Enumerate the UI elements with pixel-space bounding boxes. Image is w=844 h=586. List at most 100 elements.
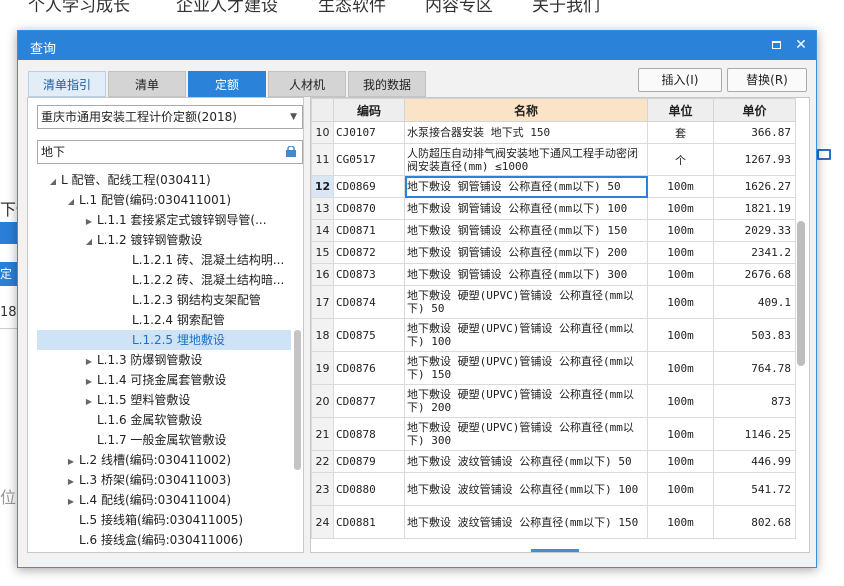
tree-node[interactable]: L.1.7 一般金属软管敷设 [37,430,291,450]
row-number[interactable]: 15 [311,241,334,264]
cell-price[interactable]: 503.83 [713,318,796,352]
tree-node[interactable]: L.1.2.1 砖、混凝土结构明... [37,250,291,270]
row-number[interactable]: 19 [311,351,334,385]
collapsed-triangle-icon[interactable]: ▶ [83,392,95,412]
cell-price[interactable]: 764.78 [713,351,796,385]
collapsed-triangle-icon[interactable]: ▶ [83,372,95,392]
cell-code[interactable]: CD0877 [333,384,405,418]
cell-code[interactable]: CD0870 [333,197,405,220]
maximize-button[interactable] [767,36,785,54]
tab-list[interactable]: 清单 [108,71,186,97]
row-number[interactable]: 12 [311,175,334,198]
row-number[interactable]: 11 [311,143,334,176]
bg-nav-item[interactable]: 关于我们 [532,0,600,14]
quota-library-select[interactable]: 重庆市通用安装工程计价定额(2018) ▼ [37,105,303,129]
cell-name[interactable]: 地下敷设 钢管铺设 公称直径(mm以下) 100 [404,197,648,220]
table-row[interactable]: 17 CD0874 地下敷设 硬塑(UPVC)管铺设 公称直径(mm以下) 50 10… [311,285,796,319]
tree-node[interactable]: ▶ L.3 桥架(编码:030411003) [37,470,291,490]
cell-name[interactable]: 地下敷设 波纹管铺设 公称直径(mm以下) 150 [404,505,648,539]
cell-code[interactable]: CD0869 [333,175,405,198]
row-number[interactable]: 13 [311,197,334,220]
cell-code[interactable]: CD0872 [333,241,405,264]
cell-price[interactable]: 1821.19 [713,197,796,220]
row-number[interactable]: 17 [311,285,334,319]
row-number[interactable]: 18 [311,318,334,352]
bg-nav-item[interactable]: 企业人才建设 [176,0,278,14]
tree-scrollbar-thumb[interactable] [294,330,301,470]
collapsed-triangle-icon[interactable]: ▶ [65,472,77,492]
tree-node[interactable]: ▶ L.1.3 防爆钢管敷设 [37,350,291,370]
expanded-triangle-icon[interactable]: ◢ [47,172,59,192]
table-row[interactable]: 18 CD0875 地下敷设 硬塑(UPVC)管铺设 公称直径(mm以下) 100 1… [311,318,796,352]
cell-name[interactable]: 地下敷设 波纹管铺设 公称直径(mm以下) 100 [404,472,648,506]
row-number[interactable]: 20 [311,384,334,418]
tree-node[interactable]: ▶ L.4 配线(编码:030411004) [37,490,291,510]
replace-button[interactable]: 替换(R) [727,68,807,92]
collapsed-triangle-icon[interactable]: ▶ [83,352,95,372]
collapsed-triangle-icon[interactable]: ▶ [83,212,95,232]
col-header-code[interactable]: 编码 [333,98,405,122]
cell-unit[interactable]: 100m [647,219,714,242]
tree-node[interactable]: L.5 接线箱(编码:030411005) [37,510,291,530]
cell-name[interactable]: 水泵接合器安装 地下式 150 [404,121,648,144]
cell-code[interactable]: CD0873 [333,263,405,286]
tab-my-data[interactable]: 我的数据 [348,71,426,97]
grid-splitter-handle[interactable] [531,549,579,552]
search-input[interactable]: 地下 [37,140,303,164]
cell-code[interactable]: CD0875 [333,318,405,352]
cell-code[interactable]: CD0874 [333,285,405,319]
cell-name[interactable]: 地下敷设 波纹管铺设 公称直径(mm以下) 50 [404,450,648,473]
cell-price[interactable]: 1626.27 [713,175,796,198]
row-number[interactable]: 23 [311,472,334,506]
tree-node[interactable]: L.1.2.3 钢结构支架配管 [37,290,291,310]
row-number[interactable]: 16 [311,263,334,286]
cell-unit[interactable]: 100m [647,450,714,473]
tree-node[interactable]: ◢ L.1 配管(编码:030411001) [37,190,291,210]
table-row[interactable]: 24 CD0881 地下敷设 波纹管铺设 公称直径(mm以下) 150 100m 802… [311,505,796,539]
table-row[interactable]: 14 CD0871 地下敷设 钢管铺设 公称直径(mm以下) 150 100m 2029… [311,219,796,242]
cell-unit[interactable]: 100m [647,384,714,418]
cell-unit[interactable]: 100m [647,263,714,286]
tree-node[interactable]: ▶ L.1.4 可挠金属套管敷设 [37,370,291,390]
tree-node[interactable]: ◢ L 配管、配线工程(030411) [37,170,291,190]
cell-unit[interactable]: 100m [647,285,714,319]
cell-name[interactable]: 地下敷设 硬塑(UPVC)管铺设 公称直径(mm以下) 50 [404,285,648,319]
cell-unit[interactable]: 100m [647,351,714,385]
cell-name[interactable]: 地下敷设 钢管铺设 公称直径(mm以下) 150 [404,219,648,242]
table-row[interactable]: 12 CD0869 地下敷设 钢管铺设 公称直径(mm以下) 50 100m 1626.… [311,175,796,198]
collapsed-triangle-icon[interactable]: ▶ [65,492,77,512]
cell-price[interactable]: 2029.33 [713,219,796,242]
bg-nav-item[interactable]: 内容专区 [425,0,493,14]
tab-list-guide[interactable]: 清单指引 [28,71,106,97]
tree-node[interactable]: ▶ L.2 线槽(编码:030411002) [37,450,291,470]
table-row[interactable]: 13 CD0870 地下敷设 钢管铺设 公称直径(mm以下) 100 100m 1821… [311,197,796,220]
table-row[interactable]: 23 CD0880 地下敷设 波纹管铺设 公称直径(mm以下) 100 100m 541… [311,472,796,506]
cell-unit[interactable]: 100m [647,505,714,539]
grid-scrollbar[interactable] [795,121,808,549]
cell-unit[interactable]: 套 [647,121,714,144]
cell-name[interactable]: 人防超压自动排气阀安装地下通风工程手动密闭阀安装直径(mm) ≤1000 [404,143,648,176]
tab-quota[interactable]: 定额 [188,71,266,97]
cell-price[interactable]: 541.72 [713,472,796,506]
cell-name[interactable]: 地下敷设 钢管铺设 公称直径(mm以下) 50 [404,175,648,198]
cell-name[interactable]: 地下敷设 钢管铺设 公称直径(mm以下) 300 [404,263,648,286]
close-button[interactable]: ✕ [792,36,810,54]
cell-code[interactable]: CD0871 [333,219,405,242]
table-row[interactable]: 21 CD0878 地下敷设 硬塑(UPVC)管铺设 公称直径(mm以下) 300 1… [311,417,796,451]
cell-price[interactable]: 2676.68 [713,263,796,286]
grid-scrollbar-thumb[interactable] [797,221,805,366]
tree-node[interactable]: L.1.2.5 埋地敷设 [37,330,291,350]
tree-node[interactable]: ◢ L.1.2 镀锌钢管敷设 [37,230,291,250]
cell-unit[interactable]: 100m [647,241,714,264]
cell-name[interactable]: 地下敷设 硬塑(UPVC)管铺设 公称直径(mm以下) 150 [404,351,648,385]
cell-price[interactable]: 2341.2 [713,241,796,264]
bg-nav-item[interactable]: 个人学习成长 [28,0,130,14]
cell-code[interactable]: CJ0107 [333,121,405,144]
cell-unit[interactable]: 100m [647,318,714,352]
bg-nav-item[interactable]: 生态软件 [318,0,386,14]
table-row[interactable]: 22 CD0879 地下敷设 波纹管铺设 公称直径(mm以下) 50 100m 446.… [311,450,796,473]
cell-code[interactable]: CD0878 [333,417,405,451]
tree-node[interactable]: ▶ L.1.1 套接紧定式镀锌钢导管(... [37,210,291,230]
cell-code[interactable]: CG0517 [333,143,405,176]
table-row[interactable]: 11 CG0517 人防超压自动排气阀安装地下通风工程手动密闭阀安装直径(mm) ≤… [311,143,796,176]
